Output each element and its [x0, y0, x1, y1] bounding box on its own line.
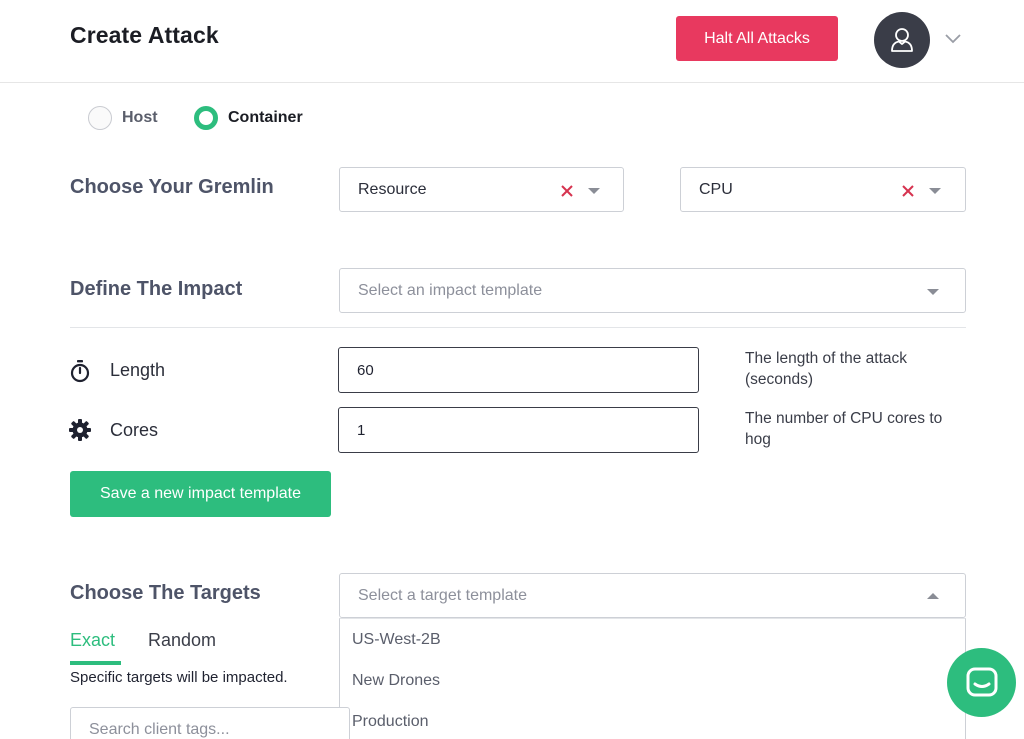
chevron-down-icon	[945, 34, 961, 44]
radio-container-control[interactable]	[194, 106, 218, 130]
target-template-select[interactable]: Select a target template	[339, 573, 966, 618]
target-template-option[interactable]: Production	[340, 701, 965, 739]
gremlin-category-value: Resource	[358, 180, 427, 198]
caret-down-icon[interactable]	[929, 188, 941, 194]
tab-exact[interactable]: Exact	[70, 630, 115, 651]
cores-label: Cores	[110, 420, 159, 440]
length-label: Length	[110, 360, 166, 380]
avatar[interactable]	[874, 12, 930, 68]
target-template-placeholder: Select a target template	[358, 586, 527, 604]
top-bar: Create Attack Halt All Attacks	[0, 0, 1024, 83]
gremlin-type-select[interactable]: CPU	[680, 167, 966, 212]
targets-help-text: Specific targets will be impacted.	[70, 669, 288, 686]
user-icon	[891, 28, 913, 52]
cog-icon	[69, 419, 91, 441]
account-menu-toggle[interactable]	[942, 30, 964, 48]
section-title-gremlin: Choose Your Gremlin	[70, 176, 274, 198]
caret-up-icon[interactable]	[927, 593, 939, 599]
page-title: Create Attack	[70, 22, 219, 48]
radio-host-control[interactable]	[88, 106, 112, 130]
caret-down-icon[interactable]	[588, 188, 600, 194]
cores-input[interactable]	[338, 407, 699, 453]
divider	[70, 327, 966, 328]
target-template-option[interactable]: US-West-2B	[340, 619, 965, 660]
target-template-dropdown: US-West-2B New Drones Production	[339, 618, 966, 739]
gremlin-category-select[interactable]: Resource	[339, 167, 624, 212]
chat-icon	[966, 667, 997, 696]
save-impact-template-button[interactable]: Save a new impact template	[70, 471, 331, 517]
radio-container-label: Container	[228, 109, 303, 126]
section-title-impact: Define The Impact	[70, 278, 243, 300]
radio-host[interactable]: Host	[88, 104, 158, 132]
gremlin-type-value: CPU	[699, 180, 733, 198]
caret-down-icon[interactable]	[927, 289, 939, 295]
length-help-text: The length of the attack (seconds)	[745, 350, 907, 388]
clear-icon[interactable]	[901, 184, 915, 198]
radio-host-label: Host	[122, 109, 158, 126]
chat-launcher-button[interactable]	[947, 648, 1016, 717]
target-template-option[interactable]: New Drones	[340, 660, 965, 701]
section-title-targets: Choose The Targets	[70, 582, 261, 604]
radio-container[interactable]: Container	[194, 104, 303, 132]
length-input[interactable]	[338, 347, 699, 393]
impact-template-placeholder: Select an impact template	[358, 281, 543, 299]
tab-random[interactable]: Random	[148, 630, 216, 651]
clear-icon[interactable]	[560, 184, 574, 198]
impact-template-select[interactable]: Select an impact template	[339, 268, 966, 313]
halt-all-attacks-button[interactable]: Halt All Attacks	[676, 16, 838, 61]
search-client-tags-input[interactable]	[70, 707, 350, 739]
active-tab-indicator	[70, 661, 121, 665]
cores-help-text: The number of CPU cores to hog	[745, 410, 943, 448]
stopwatch-icon	[70, 360, 90, 383]
